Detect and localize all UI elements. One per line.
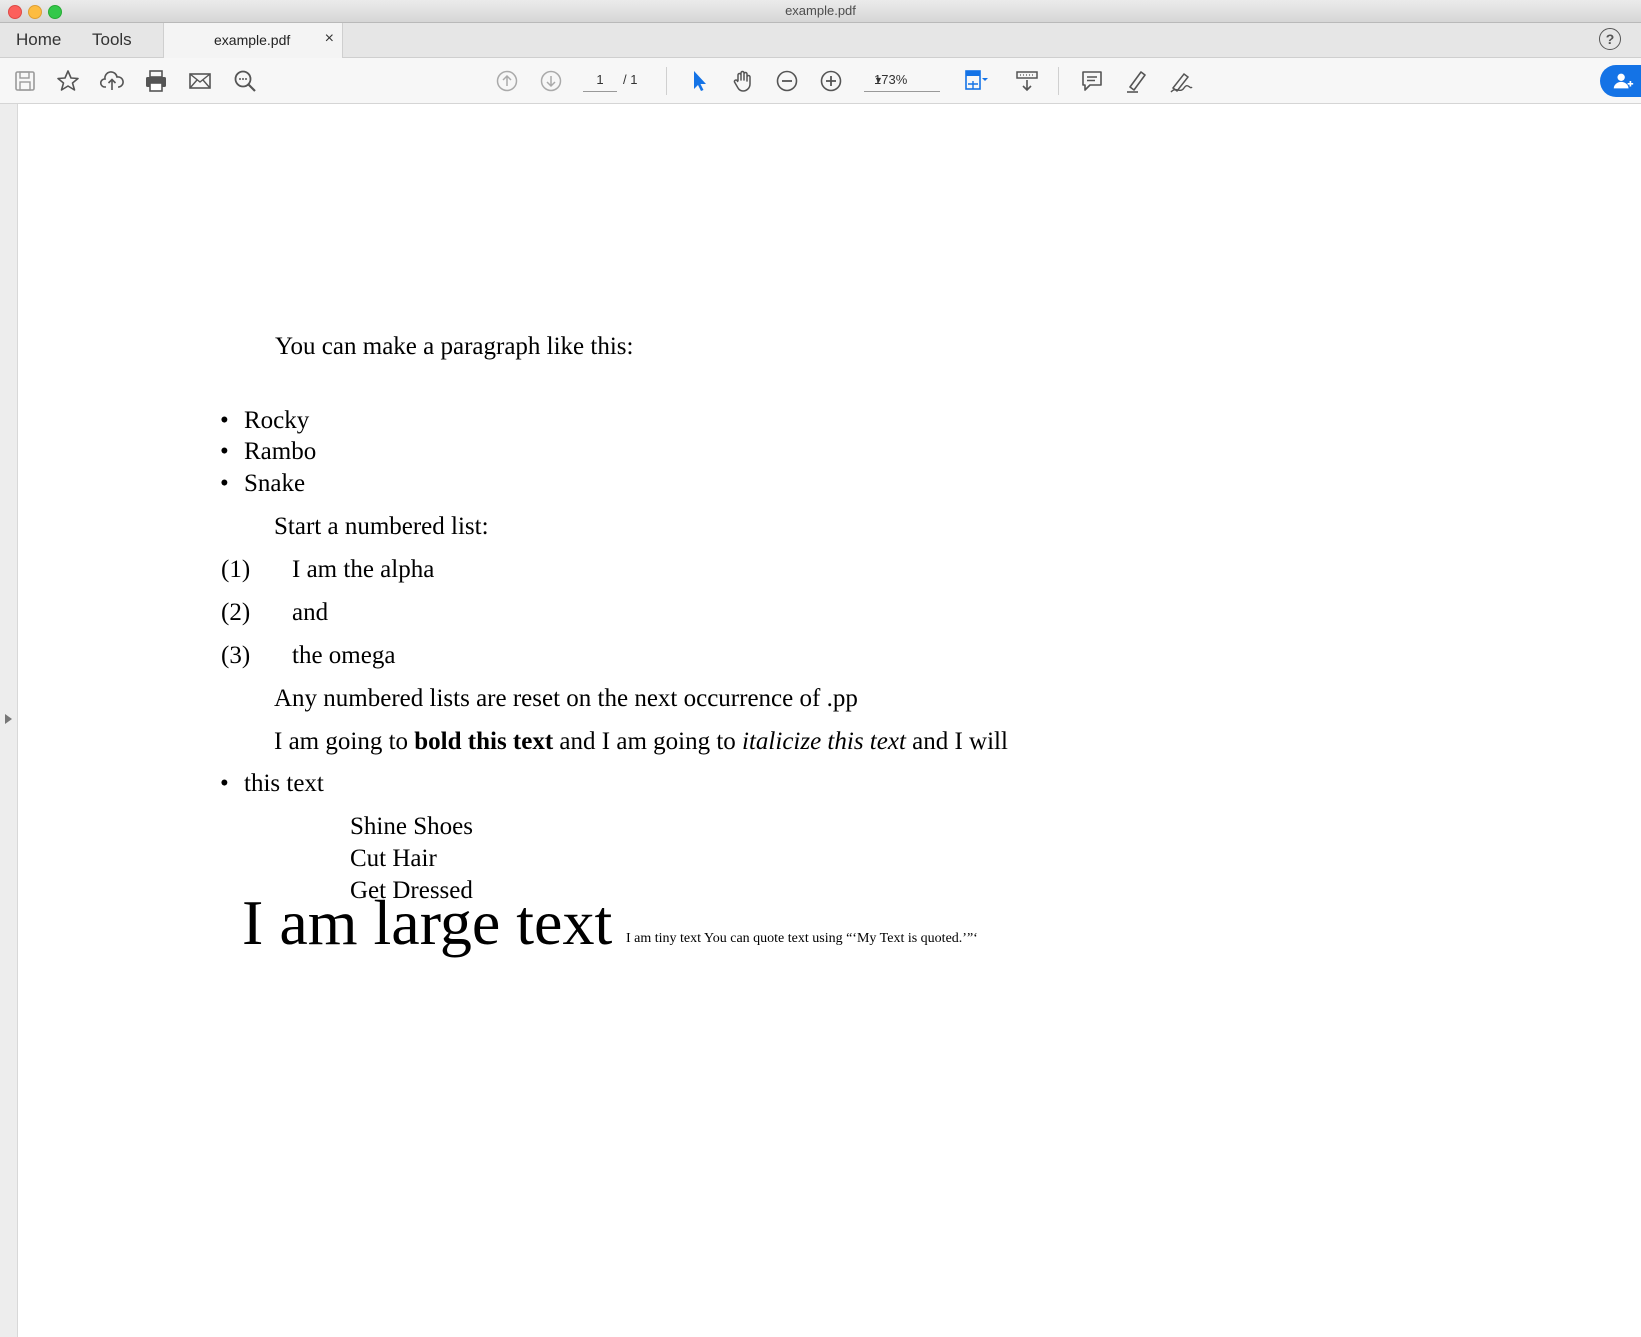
- toolbar-divider: [666, 67, 667, 95]
- numbered-marker: (2): [221, 599, 251, 626]
- expand-panel-icon[interactable]: [5, 714, 12, 724]
- highlight-icon[interactable]: [1124, 68, 1150, 94]
- title-bar: example.pdf: [0, 0, 1641, 23]
- tab-bar: Home Tools example.pdf × ?: [0, 23, 1641, 58]
- bullet-glyph: •: [220, 438, 229, 465]
- fit-page-icon[interactable]: [962, 68, 988, 94]
- share-button[interactable]: [1600, 65, 1641, 97]
- comment-icon[interactable]: [1079, 68, 1105, 94]
- numbered-marker: (1): [221, 556, 251, 583]
- large-text: I am large text: [242, 887, 613, 958]
- help-icon[interactable]: ?: [1599, 28, 1621, 50]
- save-icon[interactable]: [12, 68, 38, 94]
- format-text: and I am going to: [553, 728, 743, 755]
- tab-document[interactable]: example.pdf ×: [163, 23, 343, 58]
- left-panel-rail[interactable]: [0, 104, 18, 1337]
- toolbar: 1 / 1 173% ▼: [0, 58, 1641, 104]
- document-viewport[interactable]: You can make a paragraph like this: • Ro…: [0, 104, 1641, 1337]
- select-arrow-icon[interactable]: [686, 68, 712, 94]
- format-line: I am going to bold this text and I am go…: [274, 728, 1008, 756]
- bold-text: bold this text: [414, 728, 554, 755]
- email-icon[interactable]: [187, 68, 213, 94]
- numbered-marker: (3): [221, 642, 251, 669]
- numbered-intro: Start a numbered list:: [274, 513, 489, 540]
- upload-cloud-icon[interactable]: [99, 68, 125, 94]
- scroll-mode-icon[interactable]: [1014, 68, 1040, 94]
- list-item: Snake: [244, 470, 306, 497]
- toolbar-divider: [1058, 67, 1059, 95]
- numbered-item: the omega: [292, 642, 396, 669]
- close-tab-icon[interactable]: ×: [325, 30, 334, 48]
- bullet-glyph: •: [220, 407, 229, 434]
- reset-note: Any numbered lists are reset on the next…: [274, 685, 858, 712]
- chevron-down-icon: ▼: [874, 75, 883, 85]
- document-tab-label: example.pdf: [214, 32, 291, 48]
- numbered-item: I am the alpha: [292, 556, 435, 583]
- list-item: Rambo: [244, 438, 317, 465]
- format-text: and I will: [905, 728, 1008, 755]
- print-icon[interactable]: [143, 68, 169, 94]
- bullet-glyph: •: [220, 770, 229, 797]
- tab-home[interactable]: Home: [16, 30, 61, 50]
- list-item: this text: [244, 770, 324, 797]
- bookmark-star-icon[interactable]: [55, 68, 81, 94]
- bullet-glyph: •: [220, 470, 229, 497]
- zoom-in-icon[interactable]: [818, 68, 844, 94]
- hand-icon[interactable]: [730, 68, 756, 94]
- page-up-icon[interactable]: [494, 68, 520, 94]
- window-title: example.pdf: [785, 3, 856, 18]
- share-user-icon: [1613, 73, 1634, 89]
- list-item: Rocky: [244, 407, 310, 434]
- zoom-out-icon[interactable]: [774, 68, 800, 94]
- search-zoom-icon[interactable]: [232, 68, 258, 94]
- numbered-item: and: [292, 599, 329, 626]
- indented-line: Shine Shoes: [350, 813, 473, 840]
- page-down-icon[interactable]: [538, 68, 564, 94]
- italic-text: italicize this text: [742, 728, 906, 755]
- format-text: I am going to: [274, 728, 415, 755]
- tiny-text: I am tiny text You can quote text using …: [626, 931, 978, 946]
- sign-icon[interactable]: [1168, 68, 1194, 94]
- paragraph-intro: You can make a paragraph like this:: [275, 333, 634, 360]
- page-number-input[interactable]: 1: [583, 69, 617, 92]
- tab-tools[interactable]: Tools: [92, 30, 132, 50]
- page-total: / 1: [623, 72, 638, 87]
- zoom-level-select[interactable]: 173% ▼: [864, 69, 940, 92]
- indented-line: Cut Hair: [350, 845, 437, 872]
